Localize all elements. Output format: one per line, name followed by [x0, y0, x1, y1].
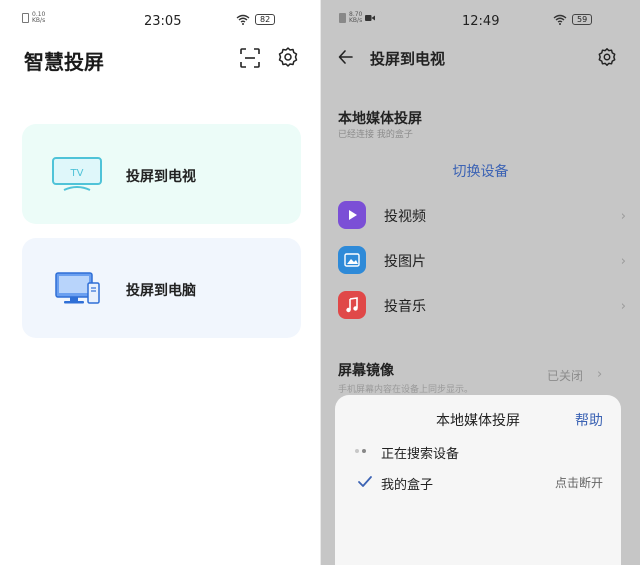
disconnect-button[interactable]: 点击断开: [555, 474, 603, 491]
video-recording-icon: [365, 15, 376, 21]
status-bar: 0.10 KB/s 23:05 82: [0, 0, 320, 46]
searching-label: 正在搜索设备: [381, 447, 460, 462]
local-media-title: 本地媒体投屏: [338, 111, 422, 127]
page-title: 投屏到电视: [370, 50, 446, 68]
page-title: 智慧投屏: [24, 50, 104, 74]
network-speed: 8.70 KB/s: [349, 12, 362, 24]
status-time: 23:05: [144, 14, 182, 29]
device-picker-sheet: 本地媒体投屏 帮助 正在搜索设备 我的盒子 点击断开: [335, 395, 621, 565]
left-screen: 0.10 KB/s 23:05 82 智慧投屏 TV 投屏到电视 投屏到电脑: [0, 0, 320, 565]
right-screen: 8.70 KB/s 12:49 59 投屏到电视 本地媒体投屏 已经连接 我的盒: [321, 0, 640, 565]
scan-icon[interactable]: [239, 47, 261, 69]
cast-to-tv-label: 投屏到电视: [126, 169, 196, 185]
gear-icon[interactable]: [597, 47, 617, 67]
chevron-right-icon: ›: [620, 299, 626, 314]
gear-icon[interactable]: [277, 46, 299, 68]
sim-icon: [22, 13, 29, 23]
status-right: 82: [236, 14, 276, 25]
wifi-icon: [236, 14, 250, 25]
check-icon: [358, 476, 372, 487]
screen-mirror-status: 已关闭: [547, 369, 584, 383]
switch-device-button[interactable]: 切换设备: [321, 161, 640, 181]
network-indicator: 8.70 KB/s: [339, 12, 376, 24]
cast-picture-item[interactable]: 投图片 ›: [338, 246, 626, 276]
cast-picture-label: 投图片: [384, 254, 426, 270]
sim-icon: [339, 13, 346, 23]
battery-indicator: 59: [572, 14, 593, 25]
tv-icon: TV: [52, 157, 102, 191]
chevron-right-icon: ›: [597, 367, 603, 382]
screen-mirror-subtitle: 手机屏幕内容在设备上同步显示。: [338, 385, 474, 395]
speed-unit: KB/s: [349, 17, 363, 24]
cast-music-label: 投音乐: [384, 299, 426, 315]
picture-icon: [338, 246, 366, 274]
video-icon: [338, 201, 366, 229]
speed-unit: KB/s: [32, 17, 46, 24]
status-bar: 8.70 KB/s 12:49 59: [321, 0, 640, 46]
back-arrow-icon[interactable]: [337, 48, 355, 66]
screen-mirror-title[interactable]: 屏幕镜像: [338, 360, 394, 380]
battery-indicator: 82: [255, 14, 276, 25]
network-speed: 0.10 KB/s: [32, 12, 45, 24]
cast-video-item[interactable]: 投视频 ›: [338, 201, 626, 231]
help-link[interactable]: 帮助: [575, 410, 603, 430]
wifi-icon: [553, 14, 567, 25]
cast-music-item[interactable]: 投音乐 ›: [338, 291, 626, 321]
status-time: 12:49: [462, 14, 500, 29]
cast-video-label: 投视频: [384, 209, 426, 225]
chevron-right-icon: ›: [620, 209, 626, 224]
tv-icon-text: TV: [70, 168, 84, 179]
chevron-right-icon: ›: [620, 254, 626, 269]
network-indicator: 0.10 KB/s: [22, 12, 45, 24]
computer-icon: [55, 272, 100, 304]
cast-to-pc-card[interactable]: 投屏到电脑: [22, 238, 301, 338]
cast-to-pc-label: 投屏到电脑: [126, 283, 196, 299]
cast-to-tv-card[interactable]: TV 投屏到电视: [22, 124, 301, 224]
loading-dots-icon: [355, 443, 375, 459]
device-name: 我的盒子: [381, 478, 434, 493]
music-icon: [338, 291, 366, 319]
local-media-subtitle: 已经连接 我的盒子: [338, 130, 413, 140]
status-right: 59: [553, 14, 593, 25]
